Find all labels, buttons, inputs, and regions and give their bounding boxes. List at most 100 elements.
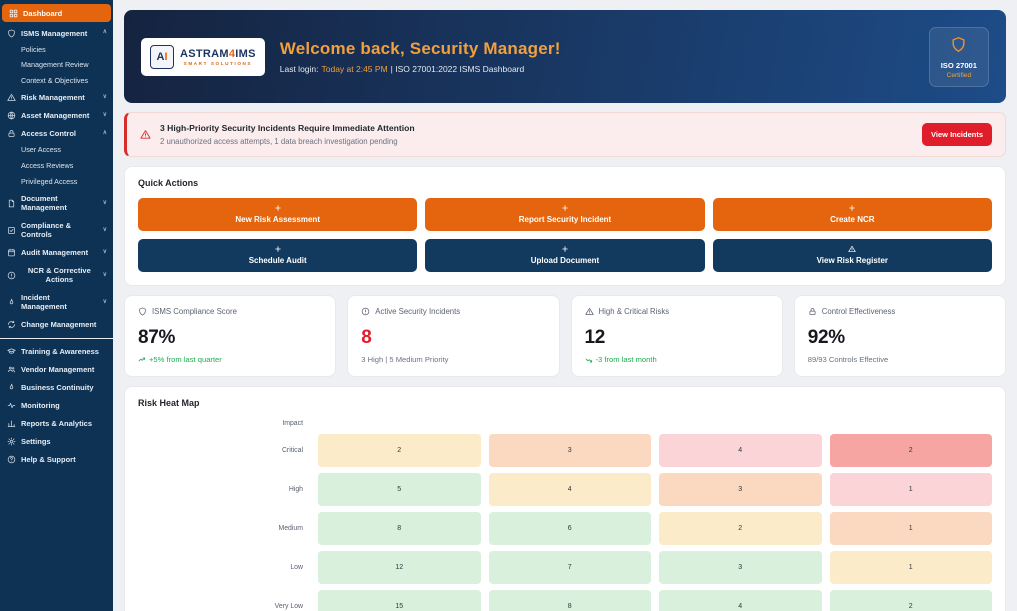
help-circle-icon	[7, 455, 16, 464]
heatmap-cell: 2	[830, 590, 993, 611]
kpi-control-effectiveness: Control Effectiveness 92% 89/93 Controls…	[794, 295, 1006, 377]
view-risk-register-button[interactable]: View Risk Register	[713, 239, 992, 272]
heatmap-cell: 3	[659, 551, 822, 584]
plus-icon	[561, 204, 569, 212]
warning-triangle-icon	[7, 93, 16, 102]
calendar-icon	[7, 248, 16, 257]
sidebar-item-dashboard[interactable]: Dashboard	[2, 4, 111, 22]
kpi-subtext: +5% from last quarter	[149, 355, 222, 364]
kpi-row: ISMS Compliance Score 87% +5% from last …	[124, 295, 1006, 377]
heatmap-row-label: High	[138, 473, 310, 506]
schedule-audit-button[interactable]: Schedule Audit	[138, 239, 417, 272]
sidebar-item-document-management[interactable]: Document Management ∨	[0, 190, 113, 217]
sidebar-item-training-awareness[interactable]: Training & Awareness	[0, 343, 113, 361]
create-ncr-button[interactable]: Create NCR	[713, 198, 992, 231]
heatmap-row-label: Very Low	[138, 590, 310, 611]
kpi-label: Control Effectiveness	[822, 307, 896, 316]
plus-icon	[848, 204, 856, 212]
sidebar-item-help-support[interactable]: Help & Support	[0, 451, 113, 469]
heatmap-row-label: Medium	[138, 512, 310, 545]
chevron-down-icon: ∨	[103, 272, 107, 279]
sidebar-item-label: Compliance & Controls	[21, 221, 98, 239]
bar-chart-icon	[7, 419, 16, 428]
quick-actions-card: Quick Actions New Risk Assessment Report…	[124, 166, 1006, 286]
dashboard-subtitle: | ISO 27001:2022 ISMS Dashboard	[391, 64, 525, 74]
sidebar-item-user-access[interactable]: User Access	[0, 143, 113, 159]
graduation-cap-icon	[7, 347, 16, 356]
heatmap-cell: 3	[659, 473, 822, 506]
chevron-down-icon: ∨	[103, 299, 107, 306]
document-icon	[7, 199, 16, 208]
sidebar-item-access-control[interactable]: Access Control ∧	[0, 125, 113, 143]
globe-icon	[7, 111, 16, 120]
lock-icon	[7, 129, 16, 138]
sidebar-item-incident-management[interactable]: Incident Management ∨	[0, 289, 113, 316]
sidebar-item-vendor-management[interactable]: Vendor Management	[0, 361, 113, 379]
sidebar-item-monitoring[interactable]: Monitoring	[0, 397, 113, 415]
sidebar-item-isms-management[interactable]: ISMS Management ∧	[0, 24, 113, 42]
sidebar-item-ncr-corrective-actions[interactable]: NCR & Corrective Actions ∨	[0, 262, 113, 289]
gear-icon	[7, 437, 16, 446]
sidebar-item-reports-analytics[interactable]: Reports & Analytics	[0, 415, 113, 433]
view-incidents-button[interactable]: View Incidents	[922, 123, 992, 146]
sidebar-item-privileged-access[interactable]: Privileged Access	[0, 174, 113, 190]
button-label: Schedule Audit	[249, 256, 307, 265]
heatmap-grid: Impact Critical 2 3 4 2 High 5 4 3 1 Med…	[138, 418, 992, 611]
alert-text-block: 3 High-Priority Security Incidents Requi…	[160, 123, 415, 146]
chevron-down-icon: ∨	[103, 112, 107, 119]
heatmap-title: Risk Heat Map	[138, 398, 992, 408]
sidebar-item-risk-management[interactable]: Risk Management ∨	[0, 89, 113, 107]
sidebar-item-context-objectives[interactable]: Context & Objectives	[0, 73, 113, 89]
kpi-active-incidents: Active Security Incidents 8 3 High | 5 M…	[347, 295, 559, 377]
sidebar-item-label: ISMS Management	[21, 29, 98, 38]
sidebar-item-audit-management[interactable]: Audit Management ∨	[0, 244, 113, 262]
last-login-prefix: Last login:	[280, 64, 319, 74]
button-label: New Risk Assessment	[235, 215, 320, 224]
shield-icon	[950, 36, 967, 53]
logo-text: ASTRAM4IMS	[180, 48, 256, 60]
heatmap-cell: 12	[318, 551, 481, 584]
sidebar-item-label: Document Management	[21, 194, 98, 212]
trend-down-icon	[585, 356, 593, 364]
iso-certified-badge: ISO 27001 Certified	[929, 27, 989, 87]
chevron-down-icon: ∨	[103, 249, 107, 256]
kpi-value: 87%	[138, 327, 322, 349]
sidebar-item-label: Audit Management	[21, 248, 98, 257]
check-square-icon	[7, 226, 16, 235]
sidebar-item-label: Help & Support	[21, 455, 107, 464]
sidebar-item-business-continuity[interactable]: Business Continuity	[0, 379, 113, 397]
sidebar: Dashboard ISMS Management ∧ Policies Man…	[0, 0, 113, 611]
heatmap-cell: 5	[318, 473, 481, 506]
heatmap-cell: 2	[659, 512, 822, 545]
button-label: Report Security Incident	[519, 215, 611, 224]
refresh-icon	[7, 320, 16, 329]
chevron-down-icon: ∨	[103, 227, 107, 234]
sidebar-item-label: Privileged Access	[21, 178, 107, 187]
sidebar-item-change-management[interactable]: Change Management	[0, 316, 113, 334]
alert-circle-icon	[7, 271, 16, 280]
sidebar-item-policies[interactable]: Policies	[0, 42, 113, 58]
kpi-value: 8	[361, 327, 545, 349]
kpi-value: 92%	[808, 327, 992, 349]
sidebar-item-management-review[interactable]: Management Review	[0, 58, 113, 74]
welcome-block: Welcome back, Security Manager! Last log…	[280, 39, 561, 74]
button-label: View Risk Register	[817, 256, 888, 265]
iso-badge-status: Certified	[941, 72, 977, 79]
kpi-label: Active Security Incidents	[375, 307, 460, 316]
heatmap-cell: 6	[489, 512, 652, 545]
sidebar-item-access-reviews[interactable]: Access Reviews	[0, 159, 113, 175]
plus-icon	[274, 204, 282, 212]
incident-alert-bar: 3 High-Priority Security Incidents Requi…	[124, 112, 1006, 157]
sidebar-item-settings[interactable]: Settings	[0, 433, 113, 451]
chevron-down-icon: ∨	[103, 200, 107, 207]
upload-document-button[interactable]: Upload Document	[425, 239, 704, 272]
impact-axis-label: Impact	[138, 418, 310, 428]
sidebar-item-compliance-controls[interactable]: Compliance & Controls ∨	[0, 217, 113, 244]
chevron-down-icon: ∨	[103, 94, 107, 101]
sidebar-item-label: Access Reviews	[21, 162, 107, 171]
report-security-incident-button[interactable]: Report Security Incident	[425, 198, 704, 231]
new-risk-assessment-button[interactable]: New Risk Assessment	[138, 198, 417, 231]
logo-mark-icon: AI	[150, 45, 174, 69]
heatmap-cell: 4	[659, 590, 822, 611]
sidebar-item-asset-management[interactable]: Asset Management ∨	[0, 107, 113, 125]
